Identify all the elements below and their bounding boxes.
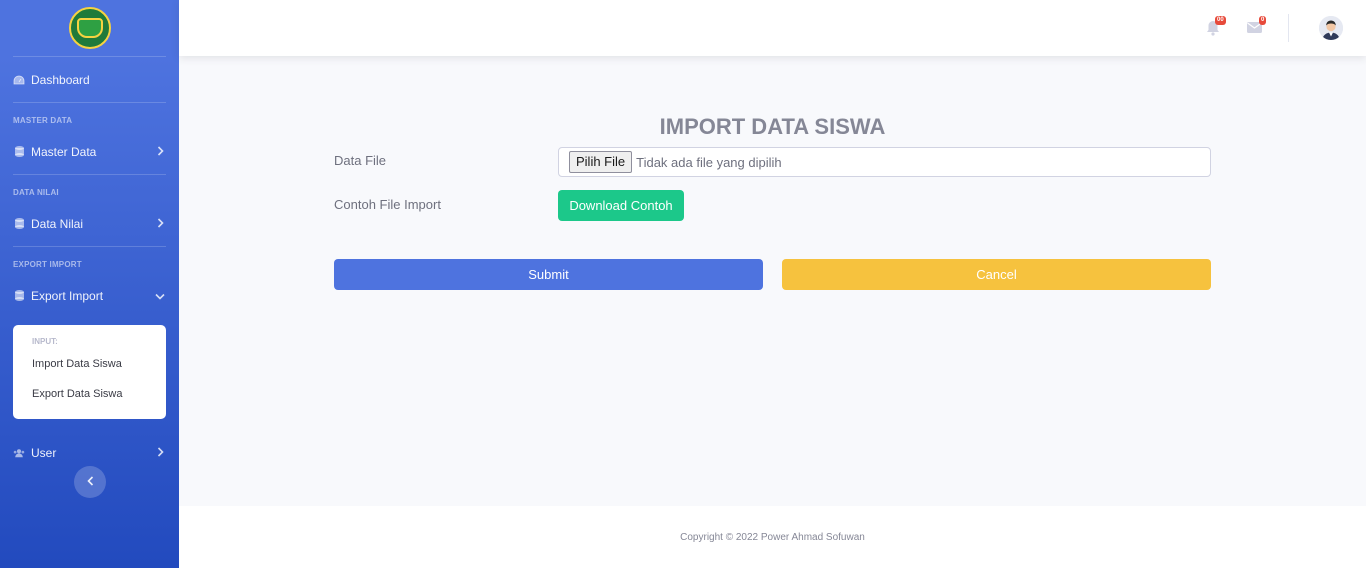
choose-file-button[interactable]: Pilih File [569,151,633,173]
sidebar-item-label: Export Import [31,288,104,303]
tachometer-icon [13,74,25,86]
example-file-label: Contoh File Import [334,197,441,212]
sidebar-brand[interactable] [0,0,179,56]
cancel-button[interactable]: Cancel [782,259,1211,290]
topbar: 00 0 [179,0,1366,56]
sidebar-item-label: Master Data [31,144,97,159]
database-icon [13,146,25,158]
school-crest-logo [68,7,111,49]
download-example-button[interactable]: Download Contoh [558,190,684,221]
data-file-input[interactable]: Pilih File Tidak ada file yang dipilih [558,147,1211,177]
topbar-divider [1288,14,1289,42]
sidebar-item-label: Dashboard [31,72,90,87]
sidebar-item-dashboard[interactable]: Dashboard [0,57,179,102]
chevron-right-icon [154,446,166,460]
chevron-right-icon [154,145,166,159]
chevron-left-icon [86,475,94,489]
data-file-label: Data File [334,153,387,168]
sidebar-item-export-import[interactable]: Export Import [0,273,179,318]
sidebar-heading-master: MASTER DATA [13,116,73,125]
submenu-item-export-data-siswa[interactable]: Export Data Siswa [13,379,166,409]
sidebar: Dashboard MASTER DATA Master Data DATA N… [0,0,179,568]
chevron-right-icon [154,217,166,231]
database-icon [13,290,25,302]
sidebar-item-label: Data Nilai [31,216,84,231]
submenu-heading: INPUT: [32,337,58,346]
sidebar-toggle-button[interactable] [74,466,106,498]
file-status-text: Tidak ada file yang dipilih [636,154,782,170]
copyright-text: Copyright © 2022 Power Ahmad Sofuwan [680,531,865,543]
main-content: IMPORT DATA SISWA Data File Pilih File T… [179,56,1366,506]
sidebar-item-label: User [31,445,57,460]
submit-button[interactable]: Submit [334,259,763,290]
sidebar-heading-export: EXPORT IMPORT [13,260,82,269]
chevron-down-icon [154,289,166,303]
submenu-item-import-data-siswa[interactable]: Import Data Siswa [13,349,166,379]
user-avatar[interactable] [1319,16,1343,40]
sidebar-heading-nilai: DATA NILAI [13,188,59,197]
database-icon [13,218,25,230]
messages-button[interactable]: 0 [1247,16,1267,38]
alerts-button[interactable]: 00 [1206,16,1226,38]
alerts-badge: 00 [1215,16,1226,25]
users-icon [13,447,25,459]
export-import-submenu: INPUT: Import Data Siswa Export Data Sis… [13,325,166,419]
page-title: IMPORT DATA SISWA [659,114,886,139]
footer: Copyright © 2022 Power Ahmad Sofuwan [179,506,1366,568]
messages-badge: 0 [1259,16,1267,25]
sidebar-item-master-data[interactable]: Master Data [0,129,179,174]
sidebar-item-data-nilai[interactable]: Data Nilai [0,201,179,246]
